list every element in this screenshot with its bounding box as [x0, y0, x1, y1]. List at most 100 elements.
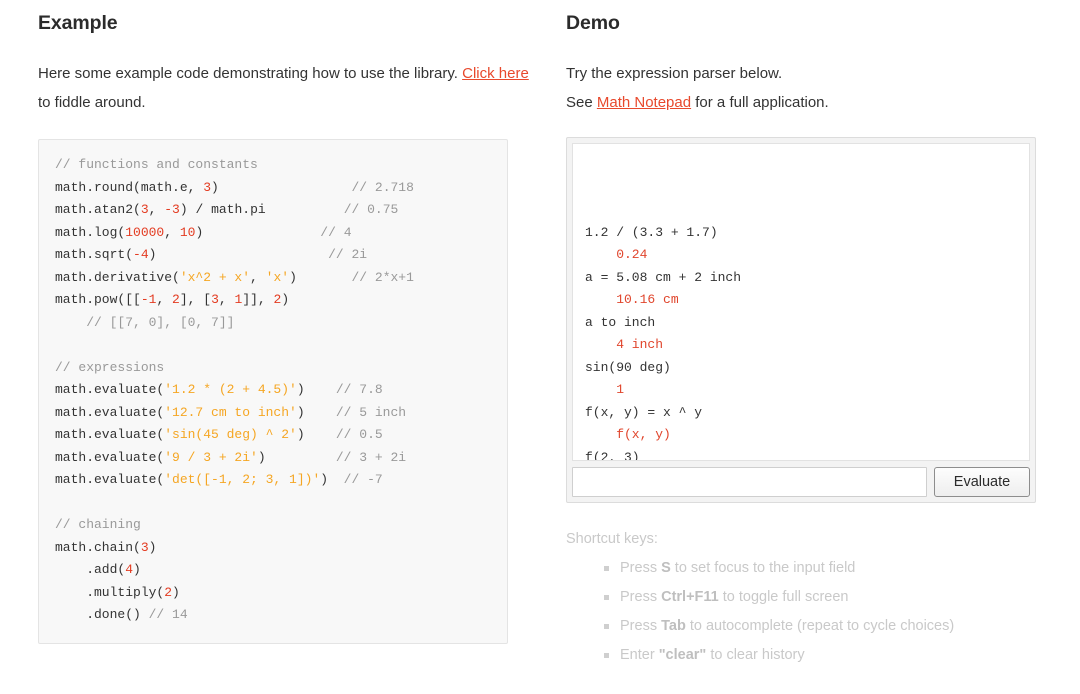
example-intro-paragraph: Here some example code demonstrating how…: [38, 59, 535, 117]
code-line: math.evaluate('12.7 cm to inch') // 5 in…: [55, 402, 491, 425]
code-line: math.round(math.e, 3) // 2.718: [55, 177, 491, 200]
code-text: math.pow([[: [55, 292, 141, 307]
demo-input-row: Evaluate: [572, 467, 1030, 497]
demo-column: Demo Try the expression parser below. See…: [566, 12, 1043, 670]
shortcut-text-after: to autocomplete (repeat to cycle choices…: [685, 618, 955, 634]
shortcut-text-before: Press: [620, 589, 662, 605]
code-line: [55, 492, 491, 515]
code-comment: // 0.5: [335, 427, 383, 442]
shortcut-text-after: to set focus to the input field: [670, 560, 856, 576]
code-text: math.atan2(: [55, 202, 141, 217]
code-line: math.pow([[-1, 2], [3, 1]], 2): [55, 289, 491, 312]
code-text: math.sqrt(: [55, 247, 134, 262]
shortcut-key: Tab: [661, 618, 686, 634]
code-line: math.evaluate('9 / 3 + 2i') // 3 + 2i: [55, 447, 491, 470]
code-text: math.derivative(: [55, 269, 180, 285]
history-expression: f(2, 3): [585, 449, 640, 461]
history-expression: 1.2 / (3.3 + 1.7): [585, 224, 718, 240]
shortcut-keys-section: Shortcut keys: Press S to set focus to t…: [566, 525, 1043, 670]
code-string: '12.7 cm to inch': [164, 404, 297, 420]
code-number: 3: [211, 292, 219, 307]
code-string: 'sin(45 deg) ^ 2': [164, 427, 297, 442]
code-comment: // functions and constants: [55, 157, 258, 172]
code-comment: // 4: [320, 224, 352, 240]
bullet-icon: [604, 595, 609, 600]
code-string: '9 / 3 + 2i': [164, 449, 258, 465]
code-number: -1: [140, 292, 157, 307]
fullscreen-expand-icon[interactable]: [1000, 152, 1020, 172]
history-expression: sin(90 deg): [585, 359, 671, 375]
code-number: 2: [172, 292, 180, 307]
code-line: .add(4): [55, 559, 491, 582]
code-text: .done(): [55, 607, 149, 622]
code-comment: // [[7, 0], [0, 7]]: [55, 314, 235, 330]
code-comment: // chaining: [55, 517, 141, 532]
code-number: -3: [164, 202, 180, 217]
demo-intro-line2-before: See: [566, 94, 597, 111]
shortcut-key: Ctrl+F11: [661, 589, 719, 605]
code-text: ]],: [242, 292, 274, 307]
code-line: math.chain(3): [55, 537, 491, 560]
code-comment: // 14: [148, 607, 188, 622]
code-text: ): [320, 472, 329, 487]
history-expression: a = 5.08 cm + 2 inch: [585, 269, 742, 285]
code-string: 'x^2 + x': [179, 269, 251, 285]
code-text: math.evaluate(: [55, 382, 165, 397]
code-comment: // 7.8: [335, 382, 383, 397]
shortcut-keys-title: Shortcut keys:: [566, 531, 658, 547]
code-comment: // 5 inch: [335, 404, 407, 420]
code-line: math.evaluate('sin(45 deg) ^ 2') // 0.5: [55, 424, 491, 447]
code-string: 'x': [265, 269, 290, 285]
shortcut-text-before: Press: [620, 560, 662, 576]
shortcut-key: S: [661, 560, 671, 576]
example-heading: Example: [38, 12, 118, 34]
history-result: 1: [585, 382, 625, 397]
code-line: // chaining: [55, 514, 491, 537]
code-text: math.log(: [55, 224, 126, 240]
history-expression: f(x, y) = x ^ y: [585, 404, 703, 420]
code-text: ): [296, 404, 305, 420]
code-line: // [[7, 0], [0, 7]]: [55, 312, 491, 335]
shortcut-item: Press Ctrl+F11 to toggle full screen: [604, 583, 1043, 612]
code-text: math.evaluate(: [55, 449, 165, 465]
code-text: ,: [164, 224, 180, 240]
code-number: 2: [164, 584, 173, 600]
shortcut-keys-list: Press S to set focus to the input field P…: [566, 554, 1043, 670]
code-text: math.round(math.e,: [55, 179, 204, 195]
expression-input[interactable]: [572, 467, 927, 497]
code-text: ,: [250, 269, 266, 285]
code-line: [55, 334, 491, 357]
demo-output-history[interactable]: 1.2 / (3.3 + 1.7) 0.24 a = 5.08 cm + 2 in…: [572, 143, 1030, 461]
page-root: Example Here some example code demonstra…: [0, 0, 1080, 694]
demo-intro-line1: Try the expression parser below.: [566, 65, 783, 82]
demo-heading: Demo: [566, 12, 620, 34]
history-result: 10.16 cm: [585, 292, 679, 307]
code-text: ): [296, 427, 305, 442]
evaluate-button[interactable]: Evaluate: [934, 467, 1030, 497]
code-number: 10000: [125, 224, 165, 240]
shortcut-text-after: to toggle full screen: [718, 589, 849, 605]
shortcut-item: Enter "clear" to clear history: [604, 641, 1043, 670]
shortcut-item: Press Tab to autocomplete (repeat to cyc…: [604, 612, 1043, 641]
code-line: math.derivative('x^2 + x', 'x') // 2*x+1: [55, 267, 491, 290]
code-line: // expressions: [55, 357, 491, 380]
code-number: -4: [133, 247, 149, 262]
code-line: math.sqrt(-4) // 2i: [55, 244, 491, 267]
code-text: math.chain(: [55, 539, 141, 555]
bullet-icon: [604, 653, 609, 658]
code-text: ) / math.pi: [179, 202, 266, 217]
math-notepad-link[interactable]: Math Notepad: [597, 94, 691, 111]
two-column-layout: Example Here some example code demonstra…: [0, 0, 1080, 670]
code-string: 'det([-1, 2; 3, 1])': [164, 472, 321, 487]
code-line: math.log(10000, 10) // 4: [55, 222, 491, 245]
bullet-icon: [604, 566, 609, 571]
code-text: ): [289, 269, 297, 285]
example-column: Example Here some example code demonstra…: [38, 12, 535, 670]
click-here-link[interactable]: Click here: [462, 65, 529, 82]
demo-console: 1.2 / (3.3 + 1.7) 0.24 a = 5.08 cm + 2 in…: [566, 137, 1036, 503]
code-comment: // 2i: [328, 247, 368, 262]
history-result: 4 inch: [585, 337, 664, 352]
